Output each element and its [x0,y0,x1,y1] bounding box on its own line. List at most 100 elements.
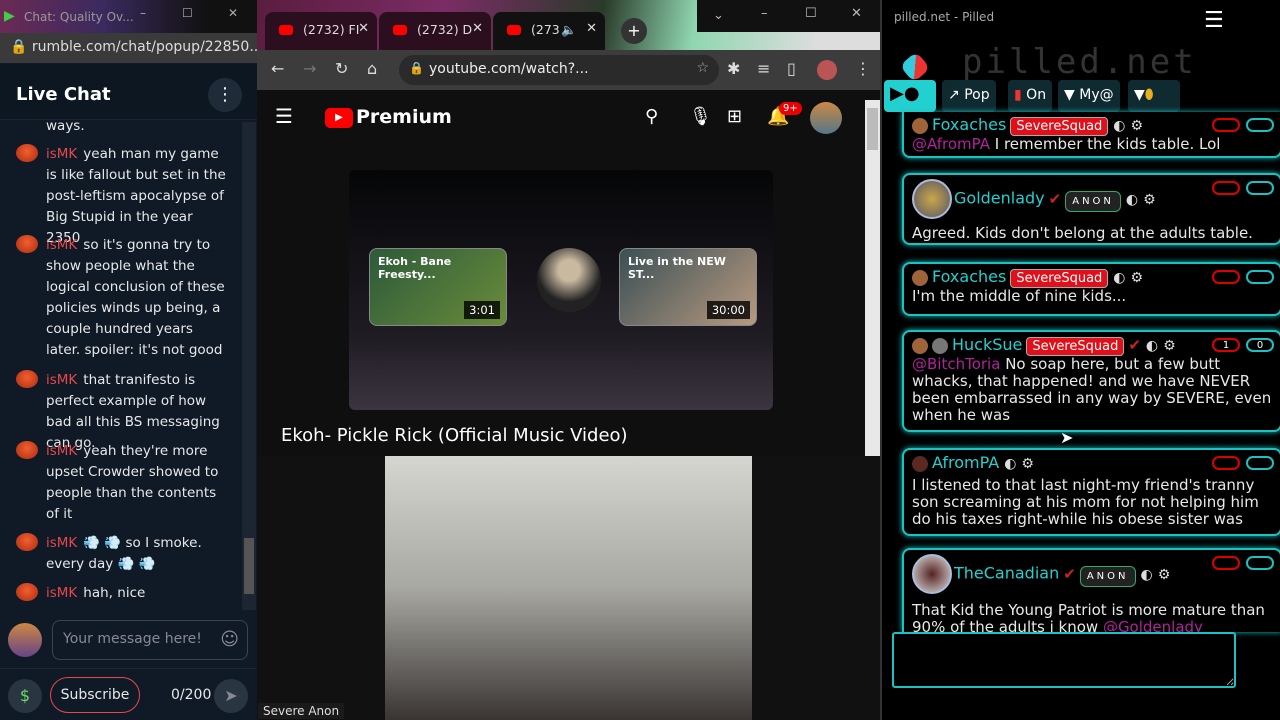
username[interactable]: Foxaches [932,267,1006,286]
search-icon[interactable]: ⚲ [645,106,658,127]
username[interactable]: isMK [46,146,77,162]
subscribe-button[interactable]: Subscribe [50,677,140,713]
mention[interactable]: @BitchToria [912,355,1000,373]
maximize-button[interactable]: ☐ [182,6,193,20]
end-screen-video-card[interactable]: Live in the NEW ST... 30:00 [619,248,757,326]
forward-icon[interactable]: → [303,59,316,78]
shield-icon[interactable]: ◐ [1146,338,1158,354]
minimize-button[interactable]: – [140,6,146,20]
maximize-button[interactable]: ☐ [805,6,817,21]
close-button[interactable]: ✕ [228,6,238,20]
username[interactable]: isMK [46,535,77,551]
video-player[interactable]: Ekoh - Bane Freesty... 3:01 Live in the N… [349,170,773,410]
shield-icon[interactable]: ◐ [1113,270,1125,286]
tab[interactable]: (2732) D ✕ [379,12,491,50]
create-video-icon[interactable]: ⊞ [727,106,742,127]
shield-icon[interactable]: ◐ [1004,456,1016,472]
message-input[interactable]: Your message here! ☺ [52,620,248,660]
account-avatar[interactable] [810,102,842,134]
bookmark-star-icon[interactable]: ☆ [696,60,709,76]
reload-icon[interactable]: ↻ [335,59,348,78]
upvote-button[interactable] [1246,270,1274,284]
username[interactable]: TheCanadian [954,564,1059,583]
upvote-button[interactable] [1246,556,1274,570]
hamburger-menu-icon[interactable]: ☰ [1204,8,1224,33]
address-bar[interactable]: 🔒 rumble.com/chat/popup/22850... [0,33,263,63]
gear-icon[interactable]: ⚙ [1158,567,1171,583]
my-mentions-filter-button[interactable]: ▼ My@ [1058,80,1120,112]
hamburger-menu-icon[interactable]: ☰ [275,104,293,128]
close-tab-icon[interactable]: ✕ [586,21,597,36]
youtube-logo-text[interactable]: Premium [356,106,452,128]
pilled-message-input[interactable] [892,632,1236,688]
username[interactable]: HuckSue [952,335,1022,354]
message-text: I'm the middle of nine kids... [912,287,1127,305]
scrollbar-thumb[interactable] [244,538,254,594]
username[interactable]: Goldenlady [954,189,1045,208]
pill-filter-button[interactable]: ▼⬮ [1128,80,1180,112]
tab-active[interactable]: (273 🔈 ✕ [493,12,605,50]
shield-icon[interactable]: ◐ [1141,567,1153,583]
downvote-button[interactable] [1212,181,1240,195]
send-button[interactable]: ➤ [214,679,248,713]
scrollbar[interactable] [242,122,256,610]
downvote-count[interactable]: 1 [1212,338,1240,352]
gear-icon[interactable]: ⚙ [1143,192,1156,208]
gear-icon[interactable]: ⚙ [1021,456,1034,472]
username[interactable]: isMK [46,372,77,388]
toggle-chat-button[interactable]: ▶● [884,80,936,112]
back-icon[interactable]: ← [271,59,284,78]
tip-dollar-button[interactable]: $ [8,679,42,713]
upvote-button[interactable] [1246,118,1274,132]
profile-avatar[interactable] [817,60,837,80]
minimize-button[interactable]: – [761,6,768,21]
end-screen-video-card[interactable]: Ekoh - Bane Freesty... 3:01 [369,248,507,326]
omnibox[interactable]: 🔒 youtube.com/watch?... ☆ [399,55,719,85]
home-icon[interactable]: ⌂ [367,59,377,78]
downvote-button[interactable] [1212,270,1240,284]
shield-icon[interactable]: ◐ [1126,192,1138,208]
verified-check-icon: ✔ [1063,564,1076,583]
tab[interactable]: (2732) FI ✕ [265,12,377,50]
page-scrollbar[interactable] [865,100,880,456]
emoji-icon[interactable]: ☺ [220,629,239,650]
message-text: That Kid the Young Patriot is more matur… [912,601,1265,633]
url-text: youtube.com/watch?... [429,61,589,77]
pilled-chat-window: pilled.net - Pilled ☰ pilled.net ▶● ↗ Po… [880,0,1280,720]
microphone-icon[interactable]: 🎙 [689,106,712,127]
audio-icon[interactable]: 🔈 [561,22,577,38]
pop-button[interactable]: ↗ Pop [942,80,996,112]
on-button[interactable]: ▮ On [1008,80,1053,112]
extensions-icon[interactable]: ✱ [727,59,740,78]
mention[interactable]: @Goldenlady [1103,618,1203,633]
downvote-button[interactable] [1212,556,1240,570]
side-panel-icon[interactable]: ▯ [787,59,796,78]
downvote-button[interactable] [1212,118,1240,132]
badge-icon [912,269,928,286]
username[interactable]: isMK [46,585,77,601]
channel-subscribe-card[interactable] [537,248,601,312]
close-button[interactable]: ✕ [851,6,862,21]
tab-search-icon[interactable]: ⌄ [713,8,724,23]
gear-icon[interactable]: ⚙ [1131,118,1144,134]
username[interactable]: Foxaches [932,115,1006,134]
more-options-button[interactable]: ⋮ [208,78,242,112]
username[interactable]: isMK [46,237,77,253]
mention[interactable]: @AfromPA [912,135,990,153]
menu-icon[interactable]: ⋮ [855,59,871,78]
close-tab-icon[interactable]: ✕ [358,21,369,36]
gear-icon[interactable]: ⚙ [1163,338,1176,354]
media-control-icon[interactable]: ≡ [757,59,770,78]
username[interactable]: AfromPA [932,453,999,472]
downvote-button[interactable] [1212,456,1240,470]
shield-icon[interactable]: ◐ [1113,118,1125,134]
new-tab-button[interactable]: + [621,18,647,44]
username[interactable]: isMK [46,443,77,459]
close-tab-icon[interactable]: ✕ [472,21,483,36]
lock-icon: 🔒 [10,39,28,55]
upvote-button[interactable] [1246,456,1274,470]
upvote-button[interactable] [1246,181,1274,195]
youtube-logo-icon[interactable]: ▶ [325,108,353,128]
upvote-count[interactable]: 0 [1246,338,1274,352]
gear-icon[interactable]: ⚙ [1131,270,1144,286]
